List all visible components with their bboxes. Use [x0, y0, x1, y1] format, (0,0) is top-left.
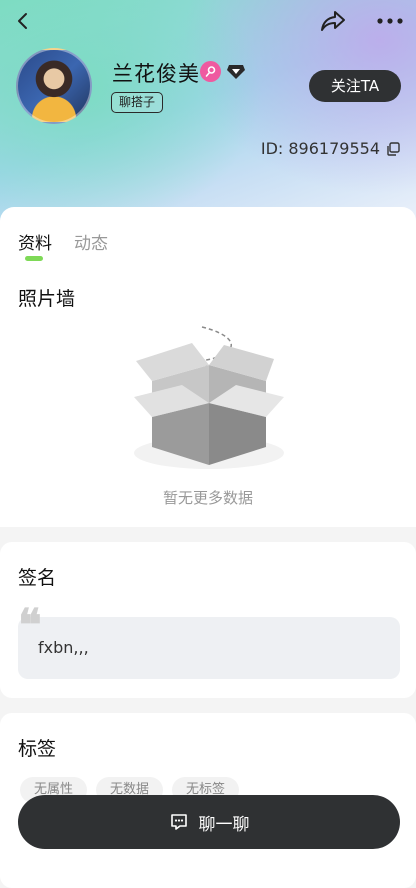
pink-badge-icon — [200, 61, 221, 82]
signature-text: fxbn,,, — [38, 638, 89, 657]
chat-button-label: 聊一聊 — [198, 814, 250, 835]
tab-profile[interactable]: 资料 — [18, 229, 52, 254]
chat-button[interactable]: 聊一聊 — [18, 795, 400, 849]
tab-moments[interactable]: 动态 — [74, 229, 108, 254]
profile-info-card: 资料 动态 照片墙 暂无更多数据 — [0, 207, 416, 527]
profile-name: 兰花俊美 — [112, 62, 200, 86]
back-button[interactable] — [8, 6, 38, 36]
more-button[interactable] — [372, 6, 408, 36]
chat-bubble-icon — [170, 814, 187, 830]
copy-icon[interactable] — [386, 141, 400, 156]
signature-box: fxbn,,, — [18, 617, 400, 679]
share-button[interactable] — [318, 6, 348, 36]
follow-button[interactable]: 关注TA — [309, 70, 401, 102]
chevron-left-icon — [18, 13, 27, 29]
user-id-text: ID: 896179554 — [260, 139, 380, 158]
avatar[interactable] — [16, 48, 92, 124]
photo-wall-title: 照片墙 — [18, 288, 76, 310]
signature-card: 签名 fxbn,,, ❝ — [0, 542, 416, 698]
empty-box-icon — [134, 326, 284, 469]
role-tag: 聊搭子 — [111, 92, 164, 113]
share-arrow-icon — [321, 11, 345, 31]
empty-state-text: 暂无更多数据 — [162, 489, 253, 507]
more-dots-icon — [377, 18, 403, 24]
quote-mark-icon: ❝ — [18, 600, 42, 651]
signature-title: 签名 — [18, 567, 57, 589]
user-id-row[interactable]: ID: 896179554 — [261, 139, 400, 158]
tags-title: 标签 — [18, 738, 57, 760]
diamond-icon — [226, 63, 246, 81]
tab-active-indicator — [25, 256, 43, 261]
